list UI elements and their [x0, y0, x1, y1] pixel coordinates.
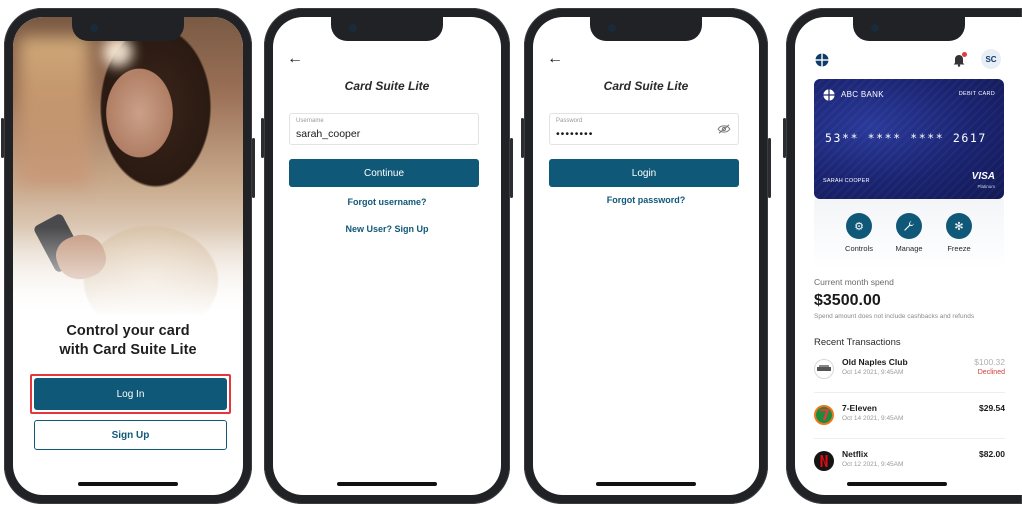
card-number: 53** **** **** 2617: [825, 131, 987, 145]
password-field[interactable]: Password ••••••••: [549, 113, 739, 145]
phone-notch: [852, 17, 965, 41]
continue-button-label: Continue: [363, 167, 405, 179]
camera-icon: [870, 24, 879, 32]
login-button-label: Login: [631, 167, 657, 179]
transaction-name: Netflix: [842, 449, 868, 459]
app-logo-icon: [815, 53, 829, 67]
current-month-label: Current month spend: [814, 277, 894, 287]
current-month-amount: $3500.00: [814, 292, 881, 309]
transaction-status: Declined: [977, 369, 1005, 376]
recent-transactions-heading: Recent Transactions: [814, 337, 901, 348]
seven-eleven-logo-icon: [814, 405, 834, 425]
phone-username: ← Card Suite Lite Username sarah_cooper …: [261, 8, 513, 504]
back-arrow-icon[interactable]: ←: [287, 51, 303, 67]
transaction-date: Oct 14 2021, 9:45AM: [842, 415, 904, 422]
signup-button-label: Sign Up: [111, 429, 150, 441]
welcome-screen: Control your card with Card Suite Lite L…: [13, 17, 243, 495]
dashboard-screen: SC ABC BANK DEBIT CARD 53** **** **** 26…: [795, 17, 1022, 495]
password-screen: ← Card Suite Lite Password •••••••• Logi…: [533, 17, 759, 495]
old-naples-club-logo-icon: [814, 359, 834, 379]
transaction-amount: $29.54: [979, 403, 1005, 413]
debit-card[interactable]: ABC BANK DEBIT CARD 53** **** **** 2617 …: [814, 79, 1004, 199]
username-field-label: Username: [296, 118, 324, 124]
bank-logo-icon: [823, 89, 835, 101]
camera-icon: [608, 24, 616, 32]
app-title: Card Suite Lite: [603, 79, 689, 93]
forgot-password-link[interactable]: Forgot password?: [533, 195, 759, 205]
phone-notch: [72, 17, 184, 41]
app-title: Card Suite Lite: [344, 79, 430, 93]
welcome-tagline: Control your card with Card Suite Lite: [13, 322, 243, 360]
phone-notch: [590, 17, 702, 41]
transaction-row[interactable]: Old Naples Club Oct 14 2021, 9:45AM $100…: [814, 353, 1005, 393]
card-tier: Platinum: [977, 184, 995, 189]
login-button-label: Log In: [116, 388, 145, 400]
bank-name: ABC BANK: [841, 90, 884, 99]
controls-label: Controls: [845, 244, 873, 253]
login-button[interactable]: Login: [549, 159, 739, 187]
manage-label: Manage: [895, 244, 923, 253]
phone-notch: [331, 17, 443, 41]
camera-icon: [90, 24, 98, 32]
username-screen: ← Card Suite Lite Username sarah_cooper …: [273, 17, 501, 495]
notification-dot: [962, 52, 967, 57]
transaction-date: Oct 14 2021, 9:45AM: [842, 369, 904, 376]
login-button[interactable]: Log In: [34, 378, 227, 410]
wrench-icon: [896, 213, 922, 239]
signup-link[interactable]: New User? Sign Up: [273, 224, 501, 234]
back-arrow-icon[interactable]: ←: [547, 51, 563, 67]
card-holder: SARAH COOPER: [823, 178, 870, 184]
freeze-action[interactable]: ✻ Freeze: [934, 213, 984, 253]
eye-slash-icon[interactable]: [717, 124, 731, 134]
transaction-amount: $100.32: [974, 357, 1005, 367]
phone-dashboard: SC ABC BANK DEBIT CARD 53** **** **** 26…: [783, 8, 1022, 504]
phone-welcome: Control your card with Card Suite Lite L…: [1, 8, 255, 504]
home-indicator: [78, 482, 178, 486]
transaction-name: 7-Eleven: [842, 403, 877, 413]
camera-icon: [349, 24, 357, 32]
username-field[interactable]: Username sarah_cooper: [289, 113, 479, 145]
manage-action[interactable]: Manage: [884, 213, 934, 253]
continue-button[interactable]: Continue: [289, 159, 479, 187]
transaction-amount: $82.00: [979, 449, 1005, 459]
transaction-name: Old Naples Club: [842, 357, 908, 367]
username-field-value: sarah_cooper: [296, 128, 361, 140]
home-indicator: [847, 482, 948, 486]
netflix-logo-icon: [814, 451, 834, 471]
hero-photo: [13, 17, 243, 317]
tagline-line-1: Control your card: [66, 323, 190, 339]
forgot-username-link[interactable]: Forgot username?: [273, 197, 501, 207]
home-indicator: [337, 482, 437, 486]
transaction-date: Oct 12 2021, 9:45AM: [842, 461, 904, 468]
freeze-label: Freeze: [947, 244, 971, 253]
controls-action[interactable]: ⚙ Controls: [834, 213, 884, 253]
snowflake-icon: ✻: [946, 213, 972, 239]
password-field-label: Password: [556, 118, 583, 124]
tagline-line-2: with Card Suite Lite: [59, 342, 197, 358]
spend-note: Spend amount does not include cashbacks …: [814, 313, 975, 320]
transaction-row[interactable]: Netflix Oct 12 2021, 9:45AM $82.00: [814, 445, 1005, 485]
transaction-row[interactable]: 7-Eleven Oct 14 2021, 9:45AM $29.54: [814, 399, 1005, 439]
card-type: DEBIT CARD: [958, 91, 995, 97]
home-indicator: [596, 482, 696, 486]
avatar[interactable]: SC: [981, 49, 1001, 69]
visa-logo: VISA: [971, 171, 995, 182]
password-field-value: ••••••••: [556, 128, 594, 140]
phone-password: ← Card Suite Lite Password •••••••• Logi…: [521, 8, 771, 504]
gear-icon: ⚙: [846, 213, 872, 239]
signup-button[interactable]: Sign Up: [34, 420, 227, 450]
